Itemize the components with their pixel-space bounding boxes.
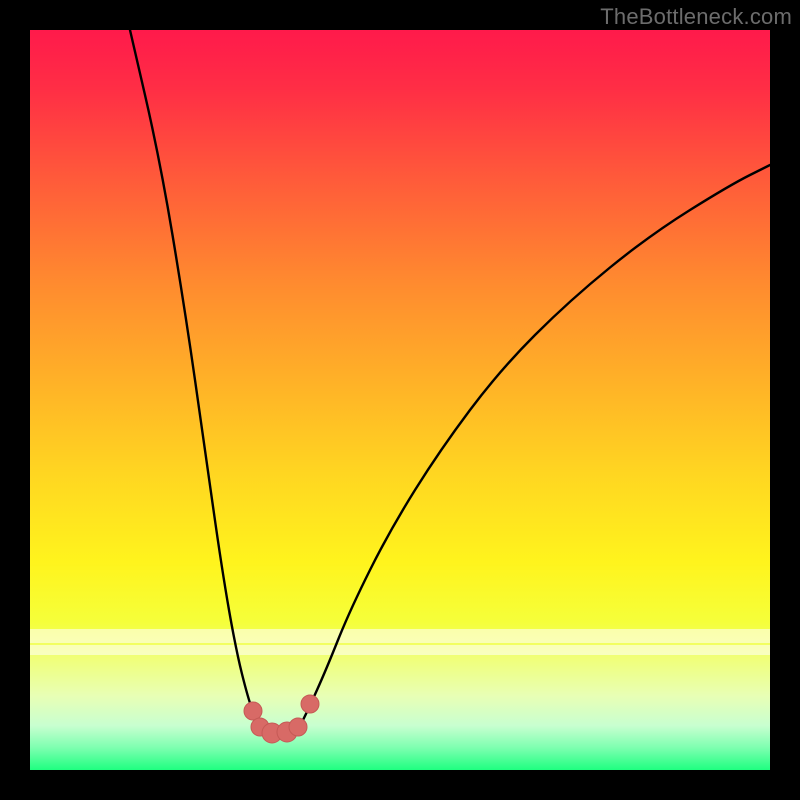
watermark-text: TheBottleneck.com [600, 4, 792, 30]
marker-dot-4 [289, 718, 307, 736]
curve-right-path [298, 165, 770, 730]
bottleneck-curve [30, 30, 770, 770]
marker-dots [244, 695, 319, 743]
marker-dot-0 [244, 702, 262, 720]
plot-area [30, 30, 770, 770]
curve-left-path [130, 30, 262, 731]
marker-dot-5 [301, 695, 319, 713]
